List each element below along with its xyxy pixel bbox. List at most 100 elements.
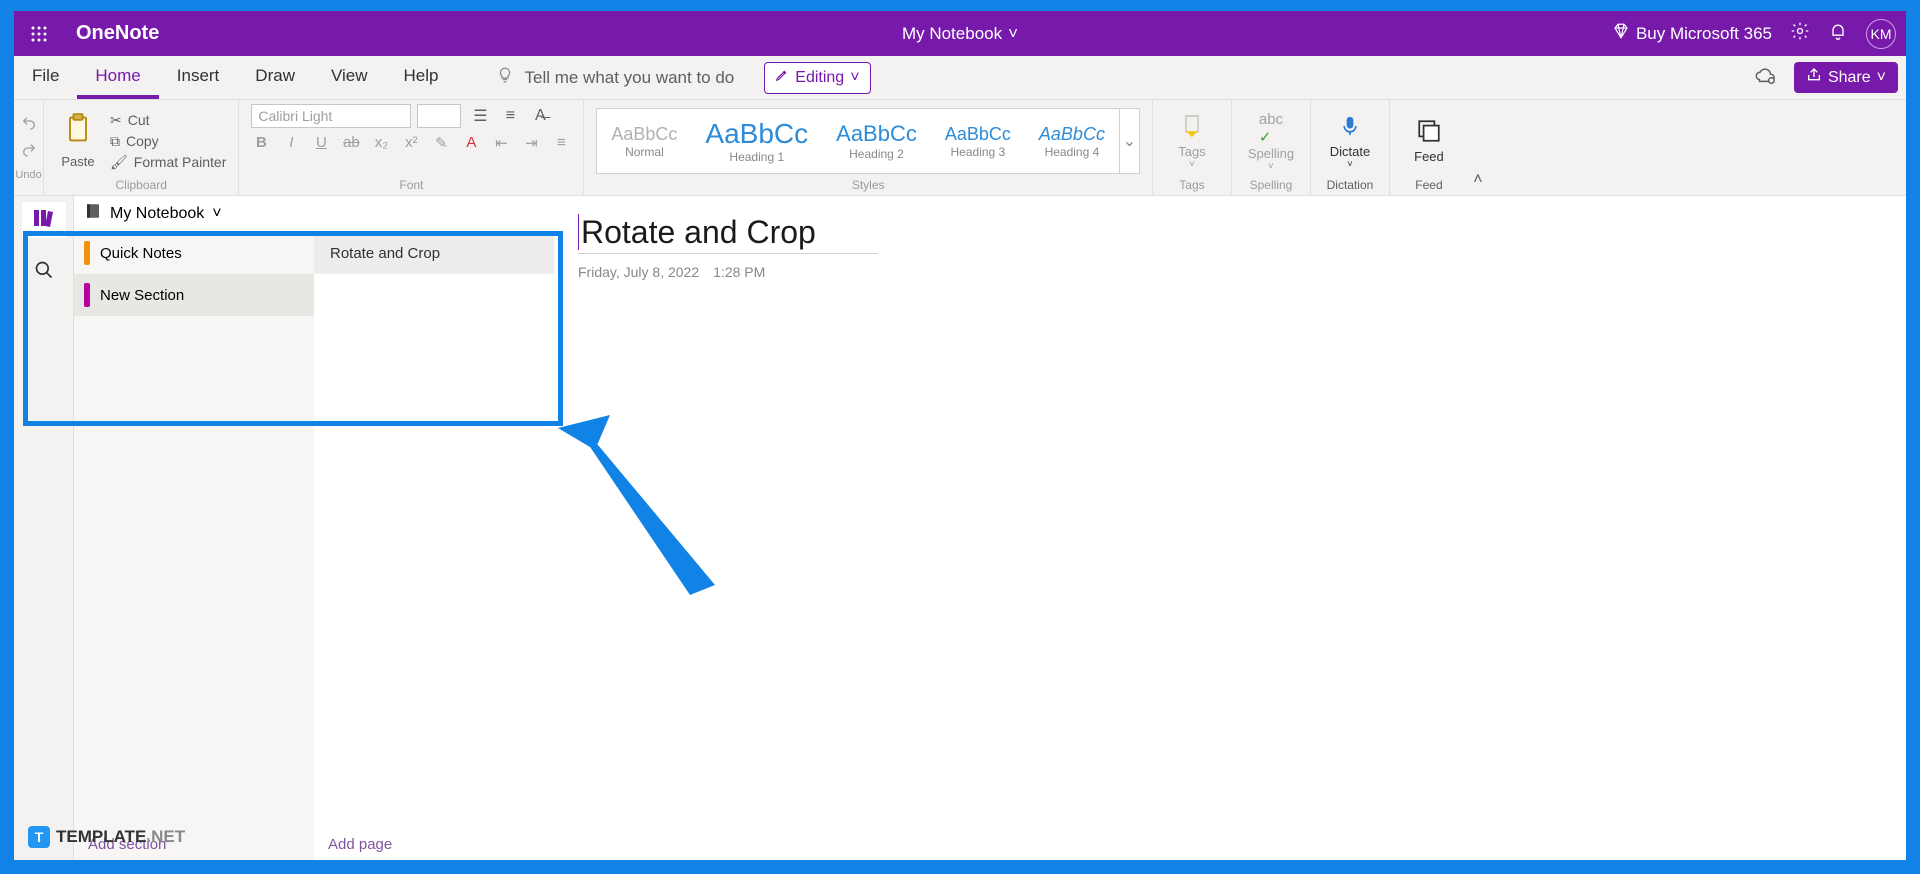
tags-button[interactable]: Tags˅	[1165, 113, 1219, 170]
microphone-icon	[1340, 113, 1360, 144]
font-name-select[interactable]	[251, 104, 411, 128]
spelling-icon: abc✓	[1259, 111, 1283, 146]
notebook-title-dropdown[interactable]: My Notebook ˅	[902, 24, 1018, 44]
bold-button[interactable]: B	[251, 134, 271, 152]
clipboard-caption: Clipboard	[56, 178, 226, 195]
style-normal[interactable]: AaBbCcNormal	[597, 109, 691, 173]
cloud-icon	[1754, 65, 1776, 90]
buy-microsoft-365-button[interactable]: Buy Microsoft 365	[1612, 22, 1772, 45]
watermark: T TEMPLATE.NET	[28, 826, 185, 848]
tell-me-search[interactable]: Tell me what you want to do	[496, 56, 734, 99]
style-heading-4[interactable]: AaBbCcHeading 4	[1025, 109, 1119, 173]
share-label: Share	[1828, 69, 1871, 87]
navigation-pane-button[interactable]	[22, 202, 66, 238]
copy-button[interactable]: ⧉Copy	[110, 133, 226, 150]
diamond-icon	[1612, 22, 1630, 45]
tab-draw[interactable]: Draw	[237, 56, 313, 99]
strikethrough-button[interactable]: ab	[341, 134, 361, 152]
numbering-button[interactable]: ≡	[497, 105, 523, 127]
align-button[interactable]: ≡	[551, 134, 571, 152]
style-heading-1[interactable]: AaBbCcHeading 1	[691, 109, 822, 173]
ribbon: Undo Paste ✂Cut ⧉Copy 🖌Format Painter Cl…	[14, 100, 1906, 196]
feed-icon	[1416, 118, 1442, 149]
search-icon	[34, 260, 54, 285]
bell-icon	[1828, 21, 1848, 46]
section-color-icon	[84, 283, 90, 307]
sync-status-button[interactable]	[1740, 56, 1790, 99]
style-heading-3[interactable]: AaBbCcHeading 3	[931, 109, 1025, 173]
editing-mode-button[interactable]: Editing ˅	[764, 62, 870, 94]
underline-button[interactable]: U	[311, 134, 331, 152]
page-title[interactable]: Rotate and Crop	[578, 214, 878, 254]
share-button[interactable]: Share ˅	[1794, 62, 1898, 93]
outdent-button[interactable]: ⇤	[491, 134, 511, 152]
editing-label: Editing	[795, 69, 844, 87]
highlight-button[interactable]: ✎	[431, 134, 451, 152]
account-avatar[interactable]: KM	[1866, 19, 1896, 49]
books-icon	[32, 207, 56, 234]
paste-button[interactable]: Paste	[56, 113, 100, 169]
tab-insert[interactable]: Insert	[159, 56, 238, 99]
settings-button[interactable]	[1790, 21, 1810, 46]
paintbrush-icon: 🖌	[110, 154, 128, 171]
avatar-initials: KM	[1871, 26, 1892, 42]
page-meta: Friday, July 8, 2022 1:28 PM	[578, 264, 1882, 280]
search-button[interactable]	[22, 254, 66, 290]
styles-gallery: AaBbCcNormal AaBbCcHeading 1 AaBbCcHeadi…	[596, 108, 1140, 174]
italic-button[interactable]: I	[281, 134, 301, 152]
gear-icon	[1790, 21, 1810, 46]
section-color-icon	[84, 241, 90, 265]
section-quick-notes[interactable]: Quick Notes	[74, 232, 314, 274]
notebook-selector[interactable]: My Notebook ˅	[74, 196, 554, 232]
indent-button[interactable]: ⇥	[521, 134, 541, 152]
tab-help[interactable]: Help	[386, 56, 457, 99]
undo-icon[interactable]	[20, 115, 38, 136]
section-new-section[interactable]: New Section	[74, 274, 314, 316]
tab-view[interactable]: View	[313, 56, 386, 99]
notebook-name: My Notebook	[110, 205, 204, 223]
undo-label: Undo	[15, 169, 41, 181]
subscript-button[interactable]: x₂	[371, 134, 391, 152]
font-color-button[interactable]: A	[461, 134, 481, 152]
copy-icon: ⧉	[110, 133, 120, 150]
navigation-pane: My Notebook ˅ Quick Notes New Section Ad…	[74, 196, 554, 860]
ribbon-tabs: File Home Insert Draw View Help Tell me …	[14, 56, 1906, 100]
chevron-down-icon: ˅	[1347, 159, 1353, 170]
buy-label: Buy Microsoft 365	[1636, 24, 1772, 44]
feed-button[interactable]: Feed	[1402, 118, 1456, 164]
format-painter-button[interactable]: 🖌Format Painter	[110, 154, 226, 171]
cut-button[interactable]: ✂Cut	[110, 112, 226, 129]
superscript-button[interactable]: x²	[401, 134, 421, 152]
page-canvas[interactable]: Rotate and Crop Friday, July 8, 2022 1:2…	[554, 196, 1906, 860]
spelling-button[interactable]: abc✓Spelling˅	[1244, 111, 1298, 172]
pencil-icon	[775, 68, 789, 87]
redo-icon[interactable]	[20, 142, 38, 163]
ribbon-collapse-button[interactable]: ˄	[1468, 100, 1488, 195]
chevron-down-icon: ˅	[1189, 159, 1195, 170]
clear-format-button[interactable]: A̶	[527, 105, 553, 127]
app-launcher-icon[interactable]	[24, 19, 54, 49]
spelling-group: abc✓Spelling˅ Spelling	[1232, 100, 1311, 195]
workspace: My Notebook ˅ Quick Notes New Section Ad…	[14, 196, 1906, 860]
notebook-icon	[84, 202, 102, 225]
font-size-select[interactable]	[417, 104, 461, 128]
tab-file[interactable]: File	[14, 56, 77, 99]
style-heading-2[interactable]: AaBbCcHeading 2	[822, 109, 931, 173]
chevron-down-icon: ˅	[1008, 24, 1018, 44]
page-rotate-and-crop[interactable]: Rotate and Crop	[314, 232, 554, 274]
add-page-button[interactable]: Add page	[314, 828, 554, 860]
dictate-button[interactable]: Dictate˅	[1323, 113, 1377, 170]
title-bar: OneNote My Notebook ˅ Buy Microsoft 365	[14, 11, 1906, 56]
styles-group: AaBbCcNormal AaBbCcHeading 1 AaBbCcHeadi…	[584, 100, 1153, 195]
bullets-button[interactable]: ☰	[467, 105, 493, 127]
watermark-logo-icon: T	[28, 826, 50, 848]
tab-home[interactable]: Home	[77, 56, 158, 99]
notebook-title-label: My Notebook	[902, 24, 1002, 44]
notifications-button[interactable]	[1828, 21, 1848, 46]
dictation-group: Dictate˅ Dictation	[1311, 100, 1390, 195]
font-group: ☰ ≡ A̶ B I U ab x₂ x² ✎ A ⇤ ⇥ ≡	[239, 100, 584, 195]
tag-icon	[1180, 113, 1204, 144]
page-time: 1:28 PM	[713, 264, 765, 280]
styles-caption: Styles	[596, 178, 1140, 195]
styles-more-button[interactable]: ⌄	[1119, 109, 1139, 173]
